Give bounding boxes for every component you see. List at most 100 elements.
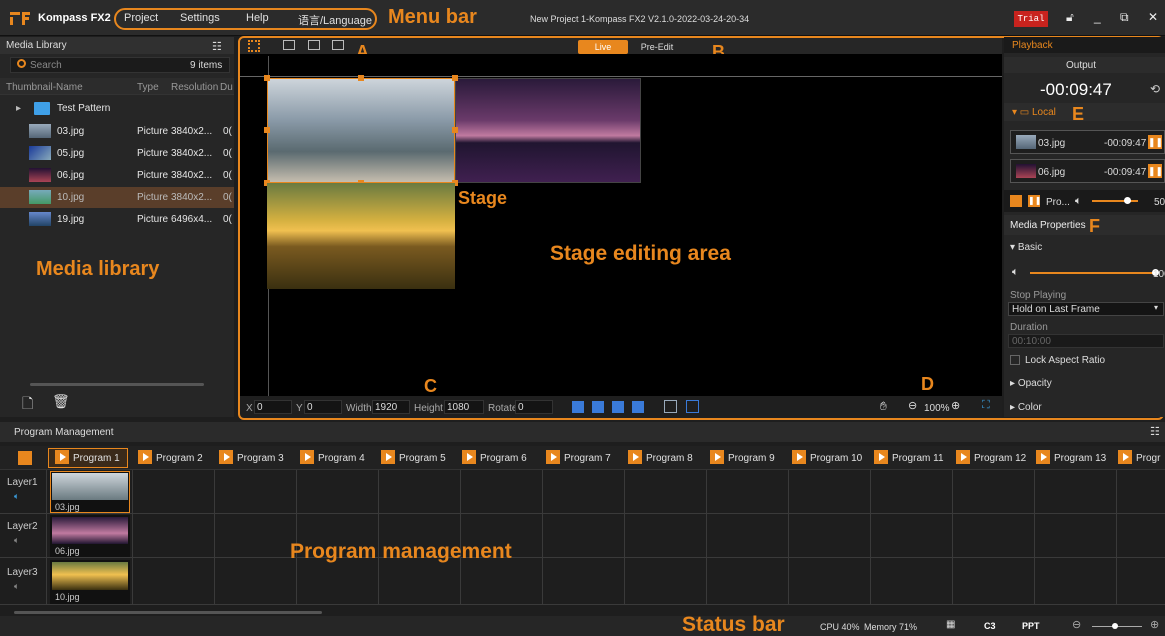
menu-settings[interactable]: Settings	[180, 12, 220, 24]
volume-slider[interactable]	[1092, 200, 1138, 202]
list-item[interactable]: 05.jpg Picture 3840x2... 0(	[0, 143, 234, 164]
list-item[interactable]: 06.jpg Picture 3840x2... 0(	[0, 165, 234, 186]
item-resolution: 3840x2...	[171, 192, 213, 203]
scrollbar[interactable]	[30, 383, 204, 386]
grid-divider	[1034, 470, 1035, 605]
program-label: Program 4	[318, 453, 365, 464]
mute-icon[interactable]: 🔈︎	[14, 581, 19, 592]
list-item[interactable]: 19.jpg Picture 6496x4... 0(	[0, 209, 234, 230]
view-toggle-icon[interactable]: ☷	[212, 40, 222, 53]
zoom-out-icon[interactable]: ⊖	[1072, 618, 1081, 631]
clip-thumbnail	[52, 517, 128, 544]
pause-icon[interactable]: ❚❚	[1028, 195, 1041, 207]
folder-row[interactable]: ▸ Test Pattern	[0, 98, 234, 119]
lock-icon[interactable]: 🔓︎	[1066, 10, 1074, 25]
minimize-icon[interactable]: _	[1094, 10, 1101, 24]
col-resolution[interactable]: Resolution	[171, 82, 218, 93]
program-tab[interactable]: Program 10	[792, 449, 862, 469]
c3-button[interactable]: C3	[984, 621, 996, 631]
opacity-section-toggle[interactable]: ▸ Opacity	[1010, 378, 1052, 389]
program-tab[interactable]: Program 12	[956, 449, 1026, 469]
program-tab[interactable]: Program 6	[462, 449, 527, 469]
annotation-e: E	[1072, 104, 1085, 124]
trial-badge[interactable]: Trial	[1014, 11, 1048, 27]
clip-name: 03.jpg	[55, 502, 80, 512]
pause-icon[interactable]: ❚❚	[1148, 135, 1163, 149]
playing-item-time: -00:09:47	[1104, 167, 1147, 178]
volume-value: 50	[1154, 197, 1165, 208]
tab-playback[interactable]: Playback	[1012, 40, 1053, 51]
program-tab[interactable]: Program 11	[874, 449, 944, 469]
col-thumbnail-name[interactable]: Thumbnail-Name	[6, 82, 83, 93]
item-duration: 0(	[223, 148, 232, 159]
program-tab[interactable]: Program 5	[381, 449, 446, 469]
zoom-in-icon[interactable]: ⊕	[1150, 618, 1159, 631]
grid-divider	[0, 513, 1165, 514]
stop-playing-label: Stop Playing	[1010, 290, 1067, 301]
basic-volume-value: 100	[1153, 269, 1165, 280]
menu-language[interactable]: 语言/Language	[298, 12, 372, 28]
list-item[interactable]: 03.jpg Picture 3840x2... 0(	[0, 121, 234, 142]
stop-all-icon[interactable]	[18, 451, 32, 465]
program-tab[interactable]: Program 1	[55, 449, 120, 469]
reset-icon[interactable]: ⟲	[1150, 82, 1160, 96]
cpu-usage: CPU 40%	[820, 622, 860, 632]
basic-section-toggle[interactable]: ▾ Basic	[1010, 242, 1042, 253]
program-label: Program 9	[728, 453, 775, 464]
pause-icon[interactable]: ❚❚	[1148, 164, 1163, 178]
mute-icon[interactable]: 🔈︎	[14, 535, 19, 546]
thumbnail-image	[29, 146, 51, 160]
pause-icon	[55, 450, 69, 465]
add-media-icon[interactable]: 🗋︎	[22, 393, 33, 417]
view-toggle-icon[interactable]: ☷	[1150, 425, 1160, 438]
item-type: Picture	[137, 214, 169, 225]
item-duration: 0(	[223, 214, 232, 225]
program-tab[interactable]: Program 3	[219, 449, 284, 469]
program-tab[interactable]: Program 4	[300, 449, 365, 469]
media-library-header: Media Library	[0, 37, 234, 54]
program-label: Program 13	[1054, 453, 1107, 464]
program-tab[interactable]: Program 8	[628, 449, 693, 469]
menu-help[interactable]: Help	[246, 12, 269, 24]
basic-volume-slider[interactable]	[1030, 272, 1156, 274]
restore-icon[interactable]: ⧉	[1120, 10, 1129, 25]
program-tab[interactable]: Program 2	[138, 449, 203, 469]
volume-slider-handle[interactable]	[1124, 197, 1131, 204]
grid-divider	[378, 470, 379, 605]
program-tab[interactable]: Program 13	[1036, 449, 1106, 469]
search-input[interactable]: Search	[30, 60, 62, 71]
program-tab[interactable]: Progr	[1118, 449, 1165, 469]
item-resolution: 3840x2...	[171, 148, 213, 159]
app-logo-icon	[10, 12, 30, 25]
calendar-icon[interactable]: ▦	[946, 619, 955, 630]
app-window: Kompass FX2 Project Settings Help 语言/Lan…	[0, 0, 1165, 636]
delete-icon[interactable]: 🗑︎	[52, 393, 70, 410]
program-tab[interactable]: Program 7	[546, 449, 611, 469]
folder-name: Test Pattern	[57, 103, 111, 114]
close-icon[interactable]: ✕	[1148, 10, 1158, 24]
program-tab[interactable]: Program 9	[710, 449, 775, 469]
annotation-program-management: Program management	[290, 540, 512, 563]
volume-icon[interactable]: 🔈︎	[1012, 266, 1019, 279]
scrollbar[interactable]	[14, 611, 322, 614]
col-duration[interactable]: Du	[220, 82, 233, 93]
expand-arrow-icon[interactable]: ▸	[16, 103, 21, 114]
clip-name: 10.jpg	[55, 592, 80, 602]
local-toggle-icon[interactable]: ▾ ▭	[1012, 107, 1029, 118]
stop-icon[interactable]	[1010, 195, 1022, 207]
item-type: Picture	[137, 126, 169, 137]
chevron-down-icon[interactable]: ▾	[1154, 303, 1158, 312]
volume-icon[interactable]: 🔈︎	[1075, 195, 1082, 208]
volume-icon[interactable]: 🔈︎	[14, 491, 19, 502]
ppt-button[interactable]: PPT	[1022, 621, 1040, 631]
program-label: Program 3	[237, 453, 284, 464]
list-item-selected[interactable]: 10.jpg Picture 3840x2... 0(	[0, 187, 234, 208]
col-type[interactable]: Type	[137, 82, 159, 93]
play-icon	[710, 450, 724, 465]
menu-project[interactable]: Project	[124, 12, 158, 24]
play-icon	[956, 450, 970, 465]
lock-aspect-checkbox[interactable]	[1010, 355, 1020, 365]
color-section-toggle[interactable]: ▸ Color	[1010, 402, 1042, 413]
timeline-zoom-handle[interactable]	[1112, 623, 1118, 629]
thumbnail-image	[29, 190, 51, 204]
